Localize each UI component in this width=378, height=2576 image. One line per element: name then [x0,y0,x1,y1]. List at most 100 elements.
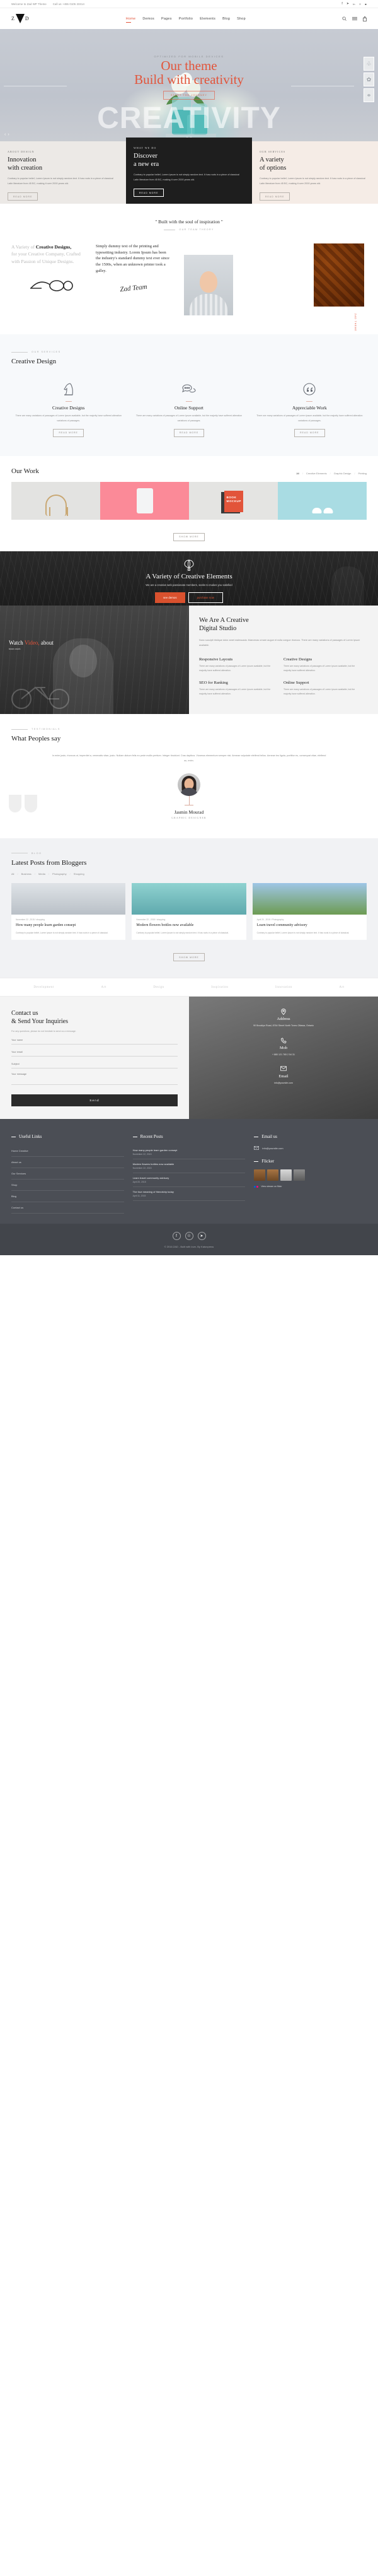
footer-email-row[interactable]: info@yoursite.com [254,1146,367,1150]
blog-filter-all[interactable]: All [11,872,14,875]
portfolio-filter-graphic-design[interactable]: Graphic Design [334,472,352,475]
flickr-thumb[interactable] [294,1169,306,1181]
menu-icon[interactable] [352,16,357,21]
instagram-icon[interactable]: ■ [365,3,367,6]
footer-link-shop[interactable]: Shop [11,1180,124,1191]
post-excerpt: Contrary to popular belief, Lorem Ipsum … [136,931,229,934]
portfolio-item-bag[interactable] [100,481,189,520]
hero-thumb-bike[interactable]: ⚭ [364,88,374,102]
blog-filter-shopping[interactable]: Shopping [74,872,84,875]
brand-item[interactable]: Development [33,986,54,989]
nav-item-portfolio[interactable]: Portfolio [179,17,193,21]
footer-links-list: Home Creative About us Our Services Shop… [11,1145,124,1214]
email-field[interactable] [11,1046,178,1057]
cart-icon[interactable] [363,16,367,21]
hero-thumb-vase[interactable]: ✿ [364,73,374,86]
service-read-more-button[interactable]: READ MORE [53,428,84,437]
facebook-icon[interactable]: f [172,1232,181,1241]
footer-recent-title: Learn travel community advisory [132,1176,169,1180]
nav-item-blog[interactable]: Blog [222,17,230,21]
service-title: Creative Designs [52,405,85,411]
footer-recent-title: How many people learn garden consept [132,1149,178,1152]
nav-item-demos[interactable]: Demos [142,17,154,21]
post-title: Learn travel community advisory [256,923,307,927]
portfolio-header: Our Work All / Creative Elements / Graph… [11,467,367,475]
search-icon[interactable] [342,16,346,21]
blog-filter-media[interactable]: Media [38,872,45,875]
brand-item[interactable]: Art [339,986,344,989]
portfolio-filter-printing[interactable]: Printing [358,472,367,475]
brand-item[interactable]: Innovation [275,986,292,989]
twitter-icon[interactable]: ➤ [346,2,349,6]
hero-thumb-chair[interactable]: ♧ [364,57,374,71]
hero-next-arrow[interactable]: › [8,132,9,137]
nav-item-pages[interactable]: Pages [161,17,172,21]
envelope-icon [202,1065,365,1072]
footer-recent-date: April 20, 2015 [132,1181,146,1184]
video-panel[interactable]: Watch Video, about team work [0,605,189,715]
footer-recent-title: Modern flowers bottles now available [132,1162,175,1166]
message-field[interactable] [11,1068,178,1086]
pinterest-icon[interactable]: ☉ [185,1232,193,1241]
flickr-thumb[interactable] [280,1169,292,1181]
nav-item-elements[interactable]: Elements [200,17,215,21]
variety-paragraph: Simply dummy text of the printing and ty… [96,244,169,273]
hero-prev-arrow[interactable]: ‹ [4,132,6,137]
studio-section: Watch Video, about team work We Are A Cr… [0,605,378,715]
portfolio-item-book[interactable]: BOOK MOCKUP [189,481,278,520]
nav-item-home[interactable]: Home [125,17,136,23]
portfolio-item-chair[interactable] [11,481,100,520]
brand-item[interactable]: Design [153,986,164,989]
card-read-more-button[interactable]: READ MORE [134,189,164,197]
footer-recent-item[interactable]: Modern flowers bottles now available Nov… [132,1159,246,1174]
contact-address-block: Address 90 Brooklyn Road, 8764 Street No… [202,1008,365,1027]
see-demos-button[interactable]: see demos [155,592,185,603]
hero-cta-button[interactable]: START THE JOURNEY [163,90,215,100]
footer-link-our-services[interactable]: Our Services [11,1168,124,1180]
twitter-icon[interactable]: ➤ [197,1232,206,1241]
purchase-now-button[interactable]: purchase now [188,592,223,603]
card-read-more-button[interactable]: READ MORE [260,192,290,201]
card-read-more-button[interactable]: READ MORE [8,192,38,201]
flickr-thumb[interactable] [254,1169,266,1181]
filter-separator: / [17,872,18,875]
post-thumbnail [132,882,246,915]
feature-seo-for-ranking: SEO for Ranking There are many variation… [199,681,284,704]
portfolio-filter-all[interactable]: All [296,472,299,475]
pinterest-icon[interactable]: ☉ [359,3,362,6]
headphones-girl-image [184,255,233,315]
footer-link-contact-us[interactable]: Contact us [11,1202,124,1214]
footer-link-about-us[interactable]: About us [11,1157,124,1169]
service-read-more-button[interactable]: READ MORE [173,428,205,437]
footer-recent-posts: Recent Posts How many people learn garde… [132,1134,246,1214]
flickr-stream-link[interactable]: View stream on flickr [254,1185,367,1188]
blog-show-more-button[interactable]: SHOW MORE [173,953,205,962]
footer-link-home-creative[interactable]: Home Creative [11,1145,124,1157]
subject-field[interactable] [11,1058,178,1069]
footer-email-value: info@yoursite.com [262,1147,284,1150]
blog-filter-business[interactable]: Business [21,872,32,875]
blog-post-card[interactable]: April 20 , 2015 / Photography Learn trav… [252,882,367,940]
brand-item[interactable]: Art [101,986,106,989]
name-field[interactable] [11,1034,178,1045]
service-read-more-button[interactable]: READ MORE [294,428,325,437]
footer-recent-item[interactable]: How many people learn garden consept Nov… [132,1145,246,1160]
blog-post-card[interactable]: November 22 , 2015 / shopping How many p… [11,882,126,940]
footer-recent-item[interactable]: The true meaning of friendship today Apr… [132,1187,246,1202]
linkedin-icon[interactable]: in [353,3,355,6]
footer-recent-posts-title: Recent Posts [133,1134,246,1139]
footer-recent-item[interactable]: Learn travel community advisory April 20… [132,1173,246,1188]
send-button[interactable]: Send [11,1094,178,1107]
portfolio-filter-creative-elements[interactable]: Creative Elements [306,472,327,475]
footer-link-blog[interactable]: Blog [11,1191,124,1203]
nav-item-shop[interactable]: Shop [237,17,246,21]
facebook-icon[interactable]: f [341,2,343,6]
blog-post-card[interactable]: November 22 , 2015 / shopping Modern flo… [132,882,246,940]
flickr-thumb[interactable] [267,1169,279,1181]
brand-item[interactable]: Inspiration [211,986,228,989]
services-section: OUR SERVICES Creative Design Creative De… [0,334,378,456]
portfolio-item-shoes[interactable] [278,481,367,520]
blog-filter-photography[interactable]: Photography [52,872,67,875]
portfolio-show-more-button[interactable]: SHOW MORE [173,532,205,541]
site-logo[interactable]: Z D [11,14,30,23]
